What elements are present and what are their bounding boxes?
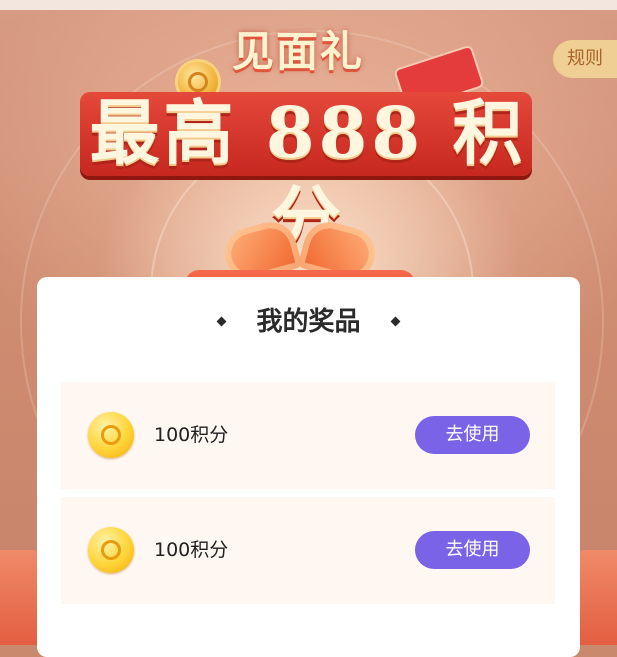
gold-coin-icon	[88, 412, 134, 458]
prize-label: 100积分	[154, 424, 229, 446]
rules-button[interactable]: 规则	[553, 40, 617, 78]
top-status-strip	[0, 0, 617, 10]
gold-coin-icon	[88, 527, 134, 573]
prize-row: 100积分 去使用	[61, 497, 555, 604]
use-prize-button[interactable]: 去使用	[415, 531, 530, 569]
my-prizes-card: 我的奖品 100积分 去使用 100积分 去使用	[37, 277, 580, 657]
banner-subtitle: 见面礼	[232, 27, 365, 76]
prize-label: 100积分	[154, 539, 229, 561]
card-title: 我的奖品	[256, 307, 361, 337]
prize-row: 100积分 去使用	[61, 382, 555, 489]
use-prize-button[interactable]: 去使用	[415, 416, 530, 454]
